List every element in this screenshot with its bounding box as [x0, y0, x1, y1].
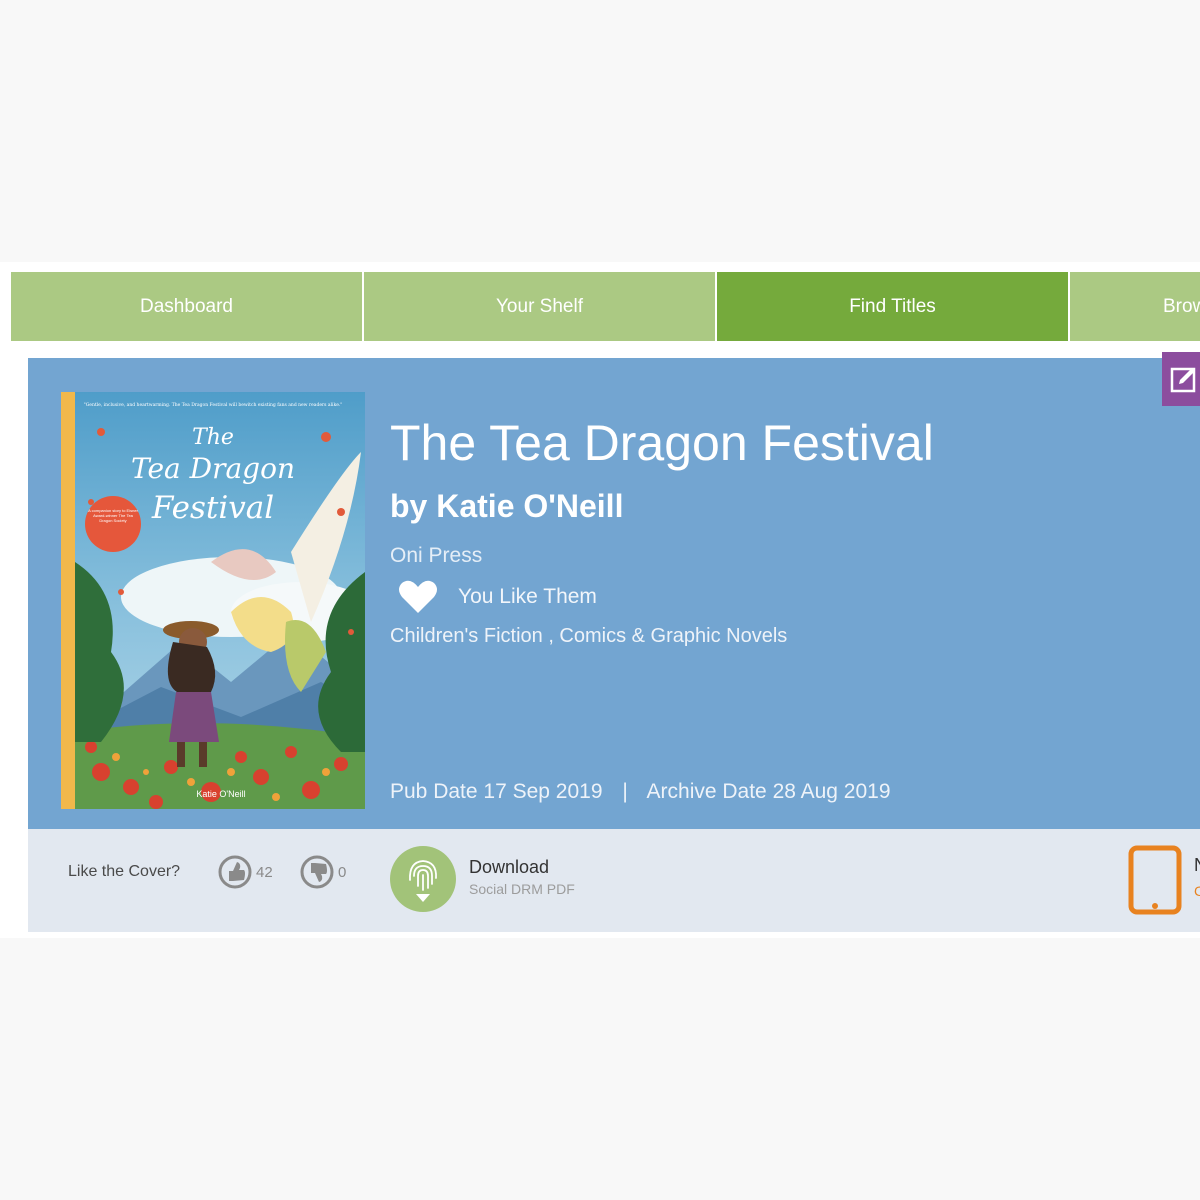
- edit-pencil-icon: [1170, 367, 1196, 393]
- cover-quote: "Gentle, inclusive, and heartwarming. Th…: [84, 402, 343, 408]
- date-separator: |: [622, 780, 628, 803]
- page-frame: Dashboard Your Shelf Find Titles Brow "G…: [0, 262, 1200, 938]
- book-cover[interactable]: "Gentle, inclusive, and heartwarming. Th…: [61, 392, 371, 809]
- send-to-device-sub: C: [1194, 883, 1200, 899]
- thumbs-down-button[interactable]: 0: [300, 855, 346, 889]
- tab-find-titles[interactable]: Find Titles: [717, 272, 1068, 341]
- send-to-device-label[interactable]: N: [1194, 855, 1200, 876]
- cover-art: "Gentle, inclusive, and heartwarming. Th…: [61, 392, 371, 809]
- tablet-icon: [1128, 845, 1182, 915]
- download-button[interactable]: [390, 846, 456, 912]
- cover-author: Katie O'Neill: [196, 789, 245, 799]
- cover-title-line2: Tea Dragon: [131, 452, 295, 485]
- action-bar: Like the Cover? 42 0 Download Social DRM…: [28, 829, 1200, 932]
- dislikes-count: 0: [338, 863, 347, 881]
- like-toggle[interactable]: You Like Them: [398, 579, 597, 615]
- publisher-link[interactable]: Oni Press: [390, 544, 482, 568]
- pub-date: Pub Date 17 Sep 2019: [390, 780, 603, 803]
- tab-dashboard[interactable]: Dashboard: [11, 272, 362, 341]
- tab-browse[interactable]: Brow: [1070, 272, 1200, 341]
- tab-your-shelf[interactable]: Your Shelf: [364, 272, 715, 341]
- send-to-device-button[interactable]: [1128, 845, 1182, 915]
- cover-spine: [61, 392, 75, 809]
- main-nav: Dashboard Your Shelf Find Titles Brow: [11, 272, 1200, 341]
- cover-rating-question: Like the Cover?: [68, 863, 181, 880]
- category-links[interactable]: Children's Fiction , Comics & Graphic No…: [390, 625, 787, 648]
- thumbs-up-icon: [218, 855, 252, 889]
- title-hero: "Gentle, inclusive, and heartwarming. Th…: [28, 352, 1200, 829]
- edit-button[interactable]: [1162, 352, 1200, 406]
- book-author[interactable]: by Katie O'Neill: [390, 488, 623, 525]
- download-format: Social DRM PDF: [469, 881, 575, 897]
- archive-date: Archive Date 28 Aug 2019: [646, 780, 891, 803]
- thumbs-down-icon: [300, 855, 334, 889]
- book-title: The Tea Dragon Festival: [390, 415, 934, 471]
- likes-count: 42: [256, 863, 273, 881]
- like-status-text: You Like Them: [458, 585, 597, 608]
- thumbs-up-button[interactable]: 42: [218, 855, 273, 889]
- date-info: Pub Date 17 Sep 2019 | Archive Date 28 A…: [390, 780, 891, 804]
- heart-icon: [399, 580, 437, 613]
- cover-title-line1: The: [192, 425, 234, 450]
- download-label[interactable]: Download: [469, 857, 549, 878]
- cover-title-line3: Festival: [151, 490, 274, 526]
- fingerprint-download-icon: [409, 860, 437, 902]
- cover-badge-text: A companion story to Eisner Award-winner…: [88, 508, 138, 523]
